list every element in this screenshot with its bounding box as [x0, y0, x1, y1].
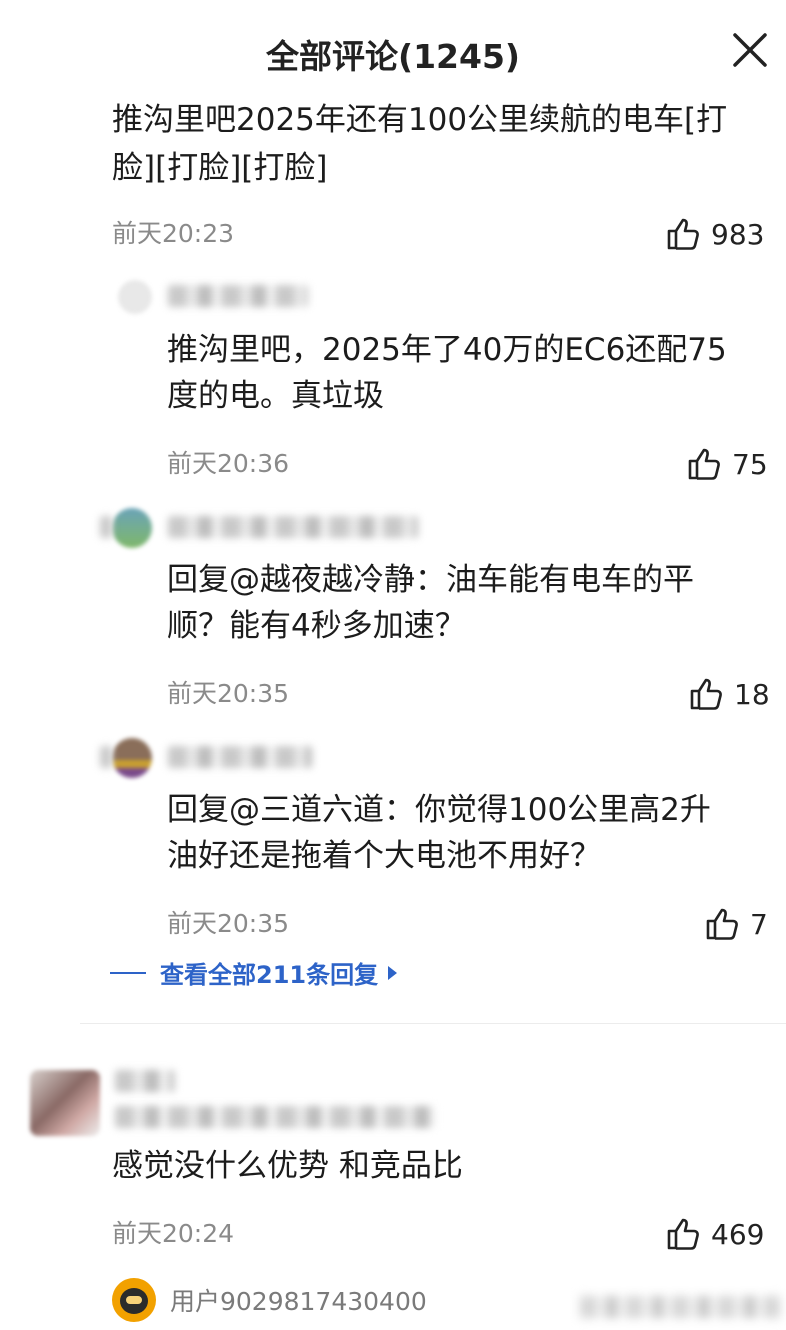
blur-edge	[100, 516, 112, 538]
reply-text-line: 顺？能有4秒多加速？	[167, 608, 466, 644]
comment-time: 前天20:24	[112, 1219, 235, 1248]
avatar[interactable]	[30, 1070, 100, 1136]
like-button[interactable]: 7	[704, 904, 768, 944]
like-button[interactable]: 18	[688, 674, 770, 714]
reply-text-line: 油好还是拖着个大电池不用好？	[167, 838, 601, 874]
avatar[interactable]	[112, 508, 152, 548]
username-blurred[interactable]	[115, 1070, 175, 1092]
comment-text-line: 感觉没什么优势 和竞品比	[112, 1148, 463, 1184]
reply-text-line: 回复@越夜越冷静：油车能有电车的平	[167, 562, 694, 598]
comments-header: 全部评论(1245)	[0, 0, 786, 100]
reply-preview[interactable]: 用户9029817430400	[112, 1278, 427, 1322]
like-count: 469	[711, 1217, 765, 1251]
thumbs-up-icon	[688, 448, 720, 480]
page-title: 全部评论(1245)	[265, 37, 520, 76]
like-button[interactable]: 469	[665, 1214, 764, 1254]
divider	[80, 1023, 786, 1024]
view-all-replies-link[interactable]: 查看全部211条回复	[110, 955, 398, 990]
reply-username[interactable]: 用户9029817430400	[170, 1282, 427, 1318]
like-button[interactable]: 75	[686, 444, 768, 484]
view-all-label: 查看全部211条回复	[160, 961, 379, 989]
thumbs-up-icon	[706, 908, 738, 940]
like-count: 983	[711, 217, 765, 251]
avatar[interactable]	[112, 1278, 156, 1322]
reply-username-blurred[interactable]	[168, 746, 312, 768]
avatar[interactable]	[118, 280, 152, 314]
reply-time: 前天20:35	[167, 679, 290, 708]
avatar[interactable]	[112, 738, 152, 778]
user-badge-blurred	[115, 1106, 435, 1128]
blur-edge	[100, 746, 112, 768]
caret-right-icon	[388, 965, 398, 980]
reply-username-blurred[interactable]	[168, 285, 308, 307]
thumbs-up-icon	[667, 1218, 699, 1250]
like-count: 18	[734, 677, 770, 711]
like-count: 75	[732, 447, 768, 481]
comment-text-line: 脸][打脸][打脸]	[112, 150, 328, 186]
reply-text-line: 回复@三道六道：你觉得100公里高2升	[167, 792, 711, 828]
blurred-text	[580, 1296, 780, 1318]
close-icon[interactable]	[730, 30, 770, 70]
view-all-line	[110, 971, 146, 974]
reply-time: 前天20:35	[167, 909, 290, 938]
comment-time: 前天20:23	[112, 219, 235, 248]
reply-text-line: 度的电。真垃圾	[167, 378, 384, 414]
thumbs-up-icon	[690, 678, 722, 710]
reply-username-blurred[interactable]	[168, 516, 418, 538]
reply-time: 前天20:36	[167, 449, 290, 478]
thumbs-up-icon	[667, 218, 699, 250]
reply-text-line: 推沟里吧，2025年了40万的EC6还配75	[167, 332, 727, 368]
comment-text-line: 推沟里吧2025年还有100公里续航的电车[打	[112, 102, 728, 138]
like-count: 7	[750, 907, 768, 941]
like-button[interactable]: 983	[665, 214, 764, 254]
